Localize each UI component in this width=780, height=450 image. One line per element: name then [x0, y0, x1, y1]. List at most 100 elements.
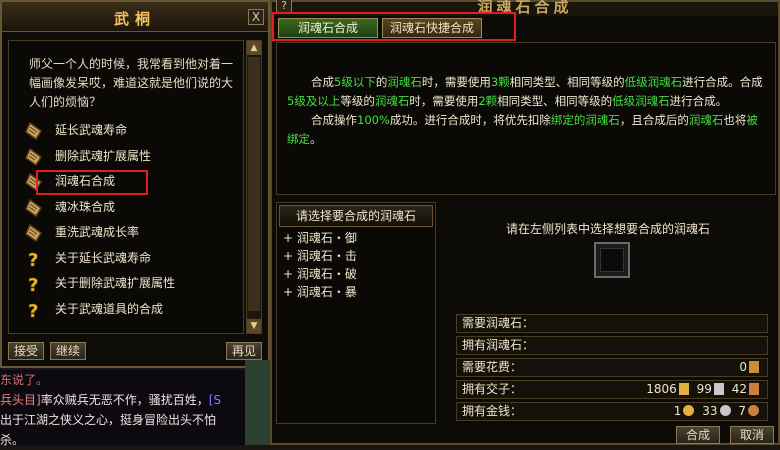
desc-segment: 5级以下 [334, 75, 376, 89]
jiaozi-row: 拥有交子： 1806 99 42 [456, 380, 768, 399]
npc-option[interactable]: ? 关于删除武魂扩展属性 [9, 271, 243, 297]
desc-segment: 润魂石 [374, 94, 410, 108]
copper-ingot-icon [749, 383, 759, 395]
stone-list-header: 请选择要合成的润魂石 [279, 205, 433, 227]
highlight-box-option [36, 170, 148, 195]
scroll-down-icon[interactable]: ▼ [247, 319, 261, 333]
cost-row: 需要花费： 0 [456, 358, 768, 377]
npc-option[interactable]: ? 关于延长武魂寿命 [9, 246, 243, 272]
npc-title-bar[interactable]: 武桐 X [2, 2, 268, 32]
scroll-thumb[interactable] [248, 57, 260, 311]
gold-coin-icon [683, 405, 695, 416]
desc-segment: 3颗 [490, 75, 510, 89]
jiaozi-copper: 42 [731, 382, 747, 396]
chat-line: 出于江湖之侠义之心，挺身冒险出头不怕 [0, 413, 217, 427]
compose-window: 润魂石合成 ? 润魂石合成 润魂石快捷合成 合成5级以下的润魂石时，需要使用3颗… [270, 0, 780, 445]
desc-paragraph: 合成5级以下的润魂石时，需要使用3颗相同类型、相同等级的低级润魂石进行合成。合成… [287, 73, 767, 111]
desc-segment: 的 [375, 75, 388, 89]
npc-option[interactable]: 魂冰珠合成 [9, 195, 243, 221]
accept-button[interactable]: 接受 [8, 342, 45, 360]
list-item[interactable]: + 润魂石・御 [277, 229, 435, 247]
svg-text:?: ? [28, 250, 38, 269]
desc-segment: 低级润魂石 [624, 75, 683, 89]
desc-segment: 合成操作 [311, 113, 357, 127]
compose-description: 合成5级以下的润魂石时，需要使用3颗相同类型、相同等级的低级润魂石进行合成。合成… [276, 42, 776, 195]
silver-ingot-icon [713, 383, 724, 395]
question-icon: ? [25, 249, 43, 271]
npc-title: 武桐 [113, 10, 156, 28]
money-value: 1 33 7 [674, 403, 763, 420]
svg-text:?: ? [28, 301, 38, 320]
npc-option-list: 延长武魂寿命 删除武魂扩展属性 润魂石合成 魂冰珠合成 重洗武魂成长率? 关于延长武魂寿命… [9, 118, 243, 322]
money-copper: 7 [738, 404, 746, 418]
chat-link[interactable]: [S [209, 393, 221, 407]
jiaozi-silver: 99 [696, 382, 712, 396]
desc-segment: 绑定的润魂石 [550, 113, 620, 127]
chat-speaker[interactable]: 兵头目] [0, 393, 41, 407]
scroll-up-icon[interactable]: ▲ [247, 41, 261, 55]
npc-option[interactable]: 延长武魂寿命 [9, 118, 243, 144]
close-icon[interactable]: X [248, 9, 264, 25]
desc-segment: 相同类型、相同等级的 [509, 75, 625, 89]
scroll-icon [25, 198, 43, 218]
desc-segment: 合成 [311, 75, 334, 89]
money-gold: 1 [673, 404, 682, 418]
chat-line: 杀。 [0, 433, 25, 447]
item-slot[interactable] [594, 242, 630, 278]
goodbye-button[interactable]: 再见 [225, 342, 262, 360]
svg-text:?: ? [28, 275, 38, 294]
list-item[interactable]: + 润魂石・暴 [277, 283, 435, 301]
need-stone-label: 需要润魂石： [462, 316, 535, 330]
chat-line: 兵头目]率众贼兵无恶不作，骚扰百姓，[S [0, 390, 266, 410]
continue-button[interactable]: 继续 [50, 342, 87, 360]
scroll-icon [25, 223, 43, 243]
npc-scrollbar[interactable]: ▲ ▼ [246, 40, 262, 334]
list-item[interactable]: + 润魂石・击 [277, 247, 435, 265]
chat-text: 率众贼兵无恶不作，骚扰百姓， [40, 393, 209, 407]
npc-option[interactable]: ? 关于武魂道具的合成 [9, 297, 243, 323]
npc-option[interactable]: 删除武魂扩展属性 [9, 144, 243, 170]
desc-segment: 成功。进行合成时，将优先扣除 [389, 113, 551, 127]
scroll-icon [25, 147, 43, 167]
desc-segment: ，且合成后的 [619, 113, 689, 127]
compose-detail: 请在左侧列表中选择想要合成的润魂石 需要润魂石： 拥有润魂石： 需要花费： 0 … [440, 202, 776, 424]
npc-option-label: 关于延长武魂寿命 [55, 250, 152, 265]
desc-segment: 进行合成。 [669, 94, 728, 108]
money-label: 拥有金钱： [462, 404, 523, 418]
desc-segment: 时，需要使用 [409, 94, 479, 108]
desc-segment: 。 [310, 132, 322, 146]
desc-segment: 等级的 [340, 94, 375, 108]
chat-log: 东说了。 兵头目]率众贼兵无恶不作，骚扰百姓，[S 出于江湖之侠义之心，挺身冒险… [0, 370, 266, 447]
desc-segment: 润魂石 [688, 113, 724, 127]
cost-value: 0 [739, 359, 763, 376]
own-stone-label: 拥有润魂石： [462, 338, 535, 352]
question-icon: ? [25, 300, 43, 322]
money-silver: 33 [702, 404, 718, 418]
desc-segment: 时，需要使用 [421, 75, 491, 89]
npc-option-label: 魂冰珠合成 [55, 199, 116, 214]
jiaozi-gold: 1806 [646, 382, 677, 396]
list-item[interactable]: + 润魂石・破 [277, 265, 435, 283]
stone-list: 请选择要合成的润魂石 + 润魂石・御 + 润魂石・击 + 润魂石・破 + 润魂石… [276, 202, 436, 424]
npc-option-label: 重洗武魂成长率 [55, 225, 140, 239]
silver-coin-icon [719, 405, 731, 416]
npc-option[interactable]: 重洗武魂成长率 [9, 220, 243, 246]
desc-segment: 进行合成。合成 [682, 75, 763, 89]
desc-segment: 润魂石 [387, 75, 422, 89]
cancel-button[interactable]: 取消 [730, 426, 774, 444]
highlight-box-tabs [272, 12, 516, 41]
scroll-icon [25, 121, 43, 141]
desc-segment: 低级润魂石 [612, 94, 670, 108]
cost-amount: 0 [739, 360, 747, 374]
npc-option-label: 延长武魂寿命 [55, 123, 128, 137]
npc-intro-text: 师父一个人的时候，我常看到他对着一幅画像发呆哎，难道这就是他们说的大人们的烦恼？ [29, 57, 234, 109]
gold-ingot-icon [749, 361, 759, 373]
cost-label: 需要花费： [462, 360, 523, 374]
gold-ingot-icon [678, 383, 689, 395]
question-icon: ? [25, 274, 43, 297]
compose-button[interactable]: 合成 [676, 426, 720, 444]
jiaozi-value: 1806 99 42 [646, 381, 763, 398]
npc-option-label: 关于武魂道具的合成 [55, 301, 164, 316]
desc-segment: 5级及以上 [287, 94, 341, 108]
npc-option-label: 删除武魂扩展属性 [55, 148, 152, 163]
